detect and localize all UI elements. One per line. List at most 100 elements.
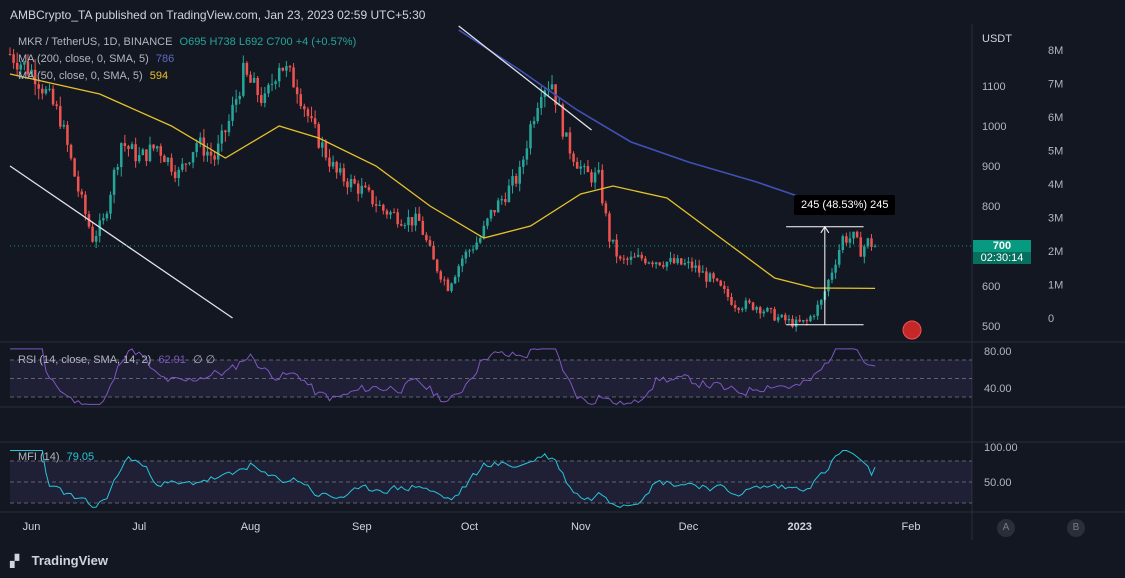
auto-scale-button[interactable]: A <box>997 519 1015 537</box>
candle-body <box>568 132 572 154</box>
candle-body <box>417 213 421 221</box>
candle-body <box>270 83 274 85</box>
candle-body <box>346 181 349 188</box>
candle-body <box>224 130 227 133</box>
candle-body <box>378 204 381 206</box>
candle-body <box>812 315 816 317</box>
volume-tick-label: 1M <box>1048 280 1063 292</box>
candle-body <box>349 178 353 188</box>
candle-body <box>400 224 403 226</box>
candles-layer <box>8 47 877 332</box>
candle-body <box>701 271 705 273</box>
candle-body <box>324 142 328 158</box>
candle-body <box>202 137 206 156</box>
candle-body <box>166 157 170 163</box>
ma200-line <box>458 29 804 199</box>
candle-body <box>73 158 76 177</box>
candle-body <box>482 225 486 239</box>
candle-body <box>382 204 385 211</box>
candle-body <box>152 144 155 149</box>
candle-body <box>234 99 238 105</box>
candle-body <box>19 64 23 70</box>
candle-body <box>694 265 697 268</box>
current-price: 700 <box>992 240 1012 252</box>
candle-body <box>206 151 209 156</box>
candle-body <box>428 240 432 246</box>
candle-body <box>583 166 586 168</box>
candle-body <box>51 88 55 105</box>
candle-body <box>586 166 590 173</box>
candle-body <box>184 163 188 165</box>
candle-body <box>435 259 439 272</box>
candle-body <box>292 67 295 88</box>
candle-body <box>134 144 137 162</box>
candle-body <box>281 67 285 71</box>
candle-body <box>303 106 306 110</box>
candle-body <box>443 279 446 281</box>
candle-body <box>475 242 478 250</box>
ma50-legend[interactable]: MA (50, close, 0, SMA, 5) 594 <box>18 70 172 82</box>
candle-body <box>123 143 127 147</box>
candle-body <box>522 159 525 167</box>
candle-body <box>687 261 690 264</box>
candle-body <box>367 187 371 191</box>
candle-body <box>486 218 489 226</box>
candle-body <box>148 144 152 161</box>
candle-body <box>313 118 317 125</box>
candle-body <box>683 263 687 265</box>
mfi-legend[interactable]: MFI (14) 79.05 <box>18 451 98 463</box>
mfi-panel <box>10 450 972 508</box>
candle-body <box>690 261 694 268</box>
candle-body <box>640 254 644 259</box>
candle-body <box>550 84 554 90</box>
price-tick-label: 600 <box>982 281 1000 293</box>
candle-body <box>37 84 40 89</box>
candle-body <box>127 146 130 149</box>
tradingview-footer[interactable]: ▞ TradingView <box>10 553 108 568</box>
ma50-line <box>9 73 876 290</box>
candle-body <box>816 304 819 316</box>
ma200-legend[interactable]: MA (200, close, 0, SMA, 5) 786 <box>18 53 178 65</box>
ma200-value: 786 <box>155 53 175 65</box>
chart-canvas[interactable]: 500 600 700 800 900 1000 1100 0 1M 2M 3M 4M 5M 6M 7M 8M… <box>0 0 1125 578</box>
candle-body <box>120 143 123 168</box>
rsi-tick-label: 80.00 <box>984 346 1012 358</box>
candle-body <box>798 319 801 322</box>
candle-body <box>762 311 766 314</box>
ma200-label: MA (200, close, 0, SMA, 5) <box>18 53 149 65</box>
candle-body <box>425 234 428 241</box>
ma50-value: 594 <box>149 70 169 82</box>
candle-body <box>514 176 518 184</box>
candle-body <box>622 258 626 260</box>
candle-body <box>644 258 647 264</box>
candle-body <box>389 212 392 215</box>
candle-body <box>529 124 532 149</box>
candle-body <box>102 218 105 221</box>
candle-body <box>615 239 618 257</box>
symbol-name[interactable]: MKR / TetherUS, 1D, BINANCE <box>18 36 172 48</box>
candle-body <box>647 262 651 264</box>
rsi-legend[interactable]: RSI (14, close, SMA, 14, 2) 62.91 ∅ ∅ <box>18 353 219 366</box>
candle-body <box>471 249 475 251</box>
candle-body <box>590 172 593 183</box>
candle-body <box>256 77 259 96</box>
candle-body <box>299 94 303 107</box>
candle-body <box>403 225 407 227</box>
time-tick-label: Nov <box>571 521 591 533</box>
candle-body <box>741 308 744 310</box>
candle-body <box>830 272 834 280</box>
mfi-value: 79.05 <box>66 451 95 463</box>
candle-body <box>769 307 773 309</box>
candle-body <box>651 262 654 265</box>
candle-body <box>751 302 755 310</box>
candle-body <box>252 77 256 83</box>
volume-tick-label: 7M <box>1048 79 1063 91</box>
candle-body <box>802 320 805 322</box>
candle-body <box>536 108 539 122</box>
candle-body <box>274 81 277 84</box>
candle-body <box>676 258 679 264</box>
candle-body <box>705 271 708 282</box>
compare-b-button[interactable]: B <box>1067 519 1085 537</box>
candle-body <box>708 273 712 282</box>
candle-body <box>116 167 119 170</box>
